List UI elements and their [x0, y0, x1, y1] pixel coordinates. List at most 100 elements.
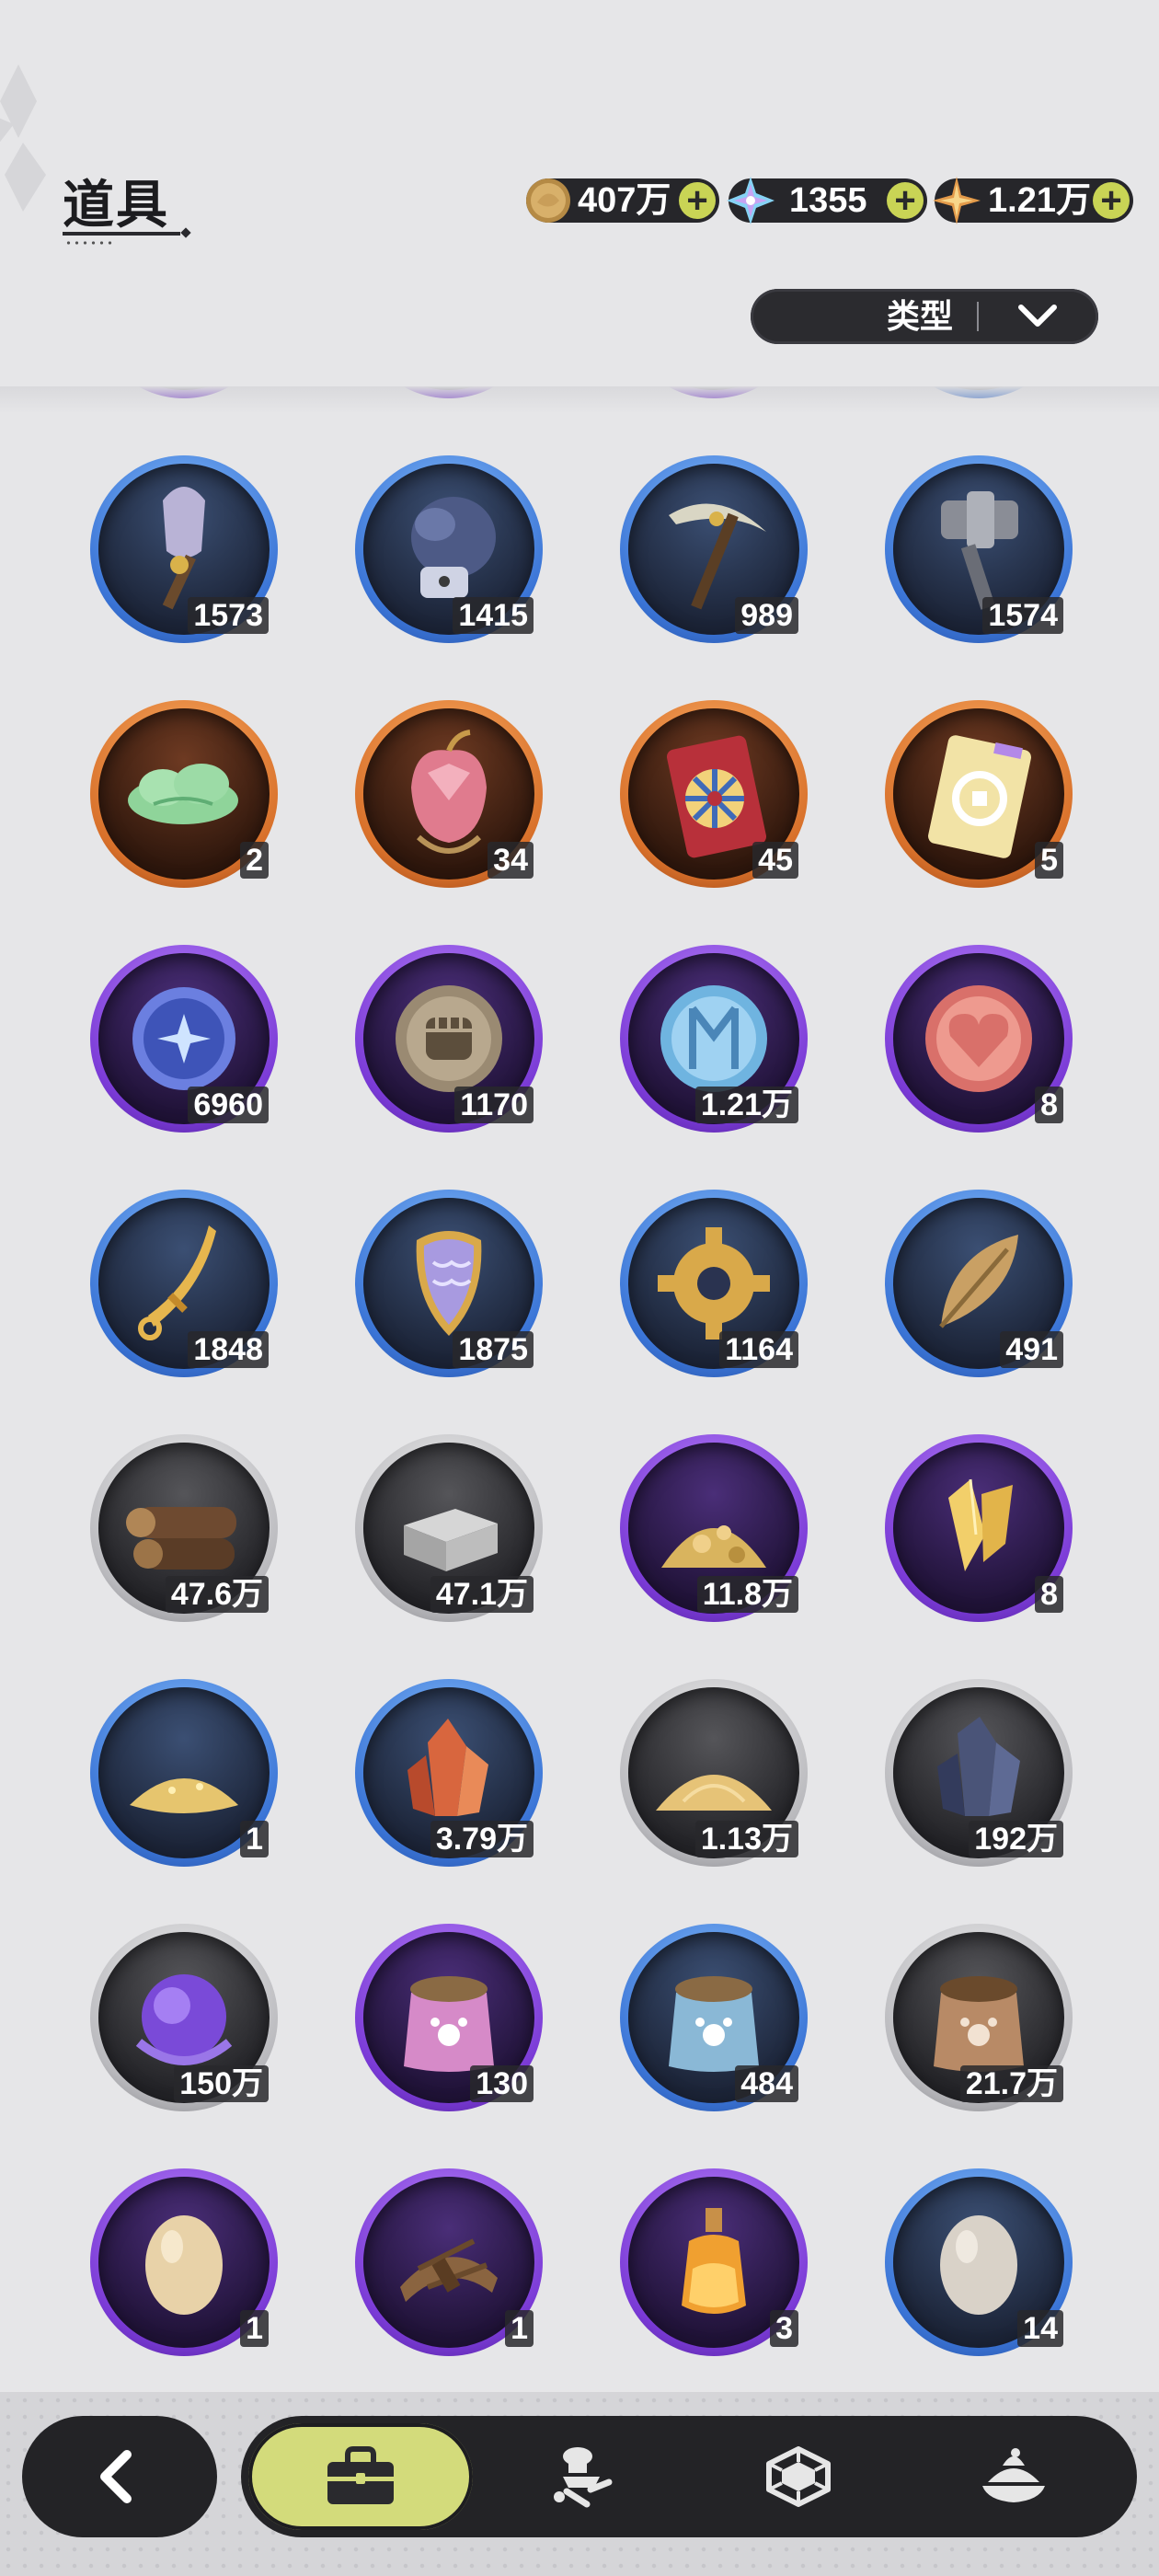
item-count: 6960 — [188, 1087, 269, 1123]
item-ring — [355, 386, 543, 398]
item-slot[interactable]: 1.21万 — [620, 945, 808, 1133]
item-ring — [885, 386, 1073, 398]
currency-star: 1.21万 + — [933, 177, 1133, 224]
title-underline — [63, 232, 180, 236]
item-slot[interactable]: 34 — [355, 700, 543, 888]
item-slot[interactable]: 47.6万 — [90, 1434, 278, 1622]
item-slot[interactable]: 2 — [90, 700, 278, 888]
item-slot[interactable]: 1415 — [355, 455, 543, 643]
item-slot[interactable]: 150万 — [90, 1924, 278, 2111]
item-slot[interactable]: 8 — [885, 1434, 1073, 1622]
item-count: 1170 — [454, 1087, 534, 1123]
chevron-left-icon — [100, 2450, 132, 2503]
chef-tools-icon — [554, 2447, 613, 2508]
item-count: 8 — [1035, 1087, 1063, 1123]
item-count: 192万 — [969, 1821, 1063, 1857]
item-count: 484 — [735, 2065, 798, 2102]
item-count: 3.79万 — [430, 1821, 534, 1857]
item-count: 989 — [735, 597, 798, 634]
item-slot[interactable]: 989 — [620, 455, 808, 643]
item-count: 1.21万 — [694, 1087, 798, 1123]
currency-crystal-value: 1355 — [789, 181, 867, 220]
item-slot-partial[interactable] — [885, 386, 1073, 398]
type-filter-separator — [977, 302, 979, 331]
item-count: 130 — [470, 2065, 534, 2102]
currency-gold: 407万 + — [526, 178, 719, 223]
item-count: 3 — [770, 2310, 798, 2347]
item-count: 150万 — [174, 2065, 269, 2102]
item-count: 11.8万 — [696, 1576, 798, 1613]
item-slot[interactable]: 1573 — [90, 455, 278, 643]
item-slot[interactable]: 8 — [885, 945, 1073, 1133]
back-button[interactable] — [22, 2416, 217, 2537]
item-slot[interactable]: 1 — [355, 2168, 543, 2356]
item-count: 47.6万 — [165, 1576, 269, 1613]
item-slot[interactable]: 45 — [620, 700, 808, 888]
food-dish-icon — [982, 2448, 1045, 2502]
item-slot[interactable]: 1848 — [90, 1190, 278, 1377]
tab-food[interactable] — [901, 2423, 1126, 2530]
item-slot[interactable]: 130 — [355, 1924, 543, 2111]
item-slot[interactable]: 5 — [885, 700, 1073, 888]
tab-gems[interactable] — [686, 2423, 911, 2530]
tab-items[interactable] — [248, 2423, 473, 2530]
item-slot[interactable]: 3 — [620, 2168, 808, 2356]
crystal-icon — [727, 177, 775, 224]
item-slot[interactable]: 491 — [885, 1190, 1073, 1377]
item-slot[interactable]: 47.1万 — [355, 1434, 543, 1622]
item-slot[interactable]: 14 — [885, 2168, 1073, 2356]
item-grid: 1573 1415 989 1574 2 34 45 5 6960 1170 1.21万 8 1848 1… — [0, 386, 1159, 2383]
currency-gold-value: 407万 — [578, 181, 671, 220]
item-count: 8 — [1035, 1576, 1063, 1613]
add-star-button[interactable]: + — [1093, 182, 1130, 219]
item-slot[interactable]: 484 — [620, 1924, 808, 2111]
item-count: 491 — [1000, 1331, 1063, 1368]
item-slot[interactable]: 1.13万 — [620, 1679, 808, 1867]
item-count: 1415 — [453, 597, 534, 634]
item-count: 14 — [1017, 2310, 1063, 2347]
item-slot[interactable]: 1170 — [355, 945, 543, 1133]
inventory-screen: { "header": { "title": "道具" }, "currenci… — [0, 0, 1159, 2576]
currency-crystal: 1355 + — [727, 177, 927, 224]
item-slot[interactable]: 192万 — [885, 1679, 1073, 1867]
item-ring — [90, 386, 278, 398]
item-slot[interactable]: 1 — [90, 1679, 278, 1867]
add-gold-button[interactable]: + — [679, 182, 716, 219]
item-count: 45 — [752, 842, 798, 879]
item-slot[interactable]: 1164 — [620, 1190, 808, 1377]
hexagon-gem-icon — [766, 2446, 831, 2507]
item-count: 1573 — [188, 597, 269, 634]
item-slot-partial[interactable] — [620, 386, 808, 398]
item-count: 1164 — [719, 1331, 798, 1368]
currency-star-value: 1.21万 — [988, 181, 1091, 220]
item-slot[interactable]: 21.7万 — [885, 1924, 1073, 2111]
add-crystal-button[interactable]: + — [887, 182, 924, 219]
bag-icon — [327, 2446, 394, 2504]
item-slot[interactable]: 1875 — [355, 1190, 543, 1377]
item-count: 1.13万 — [694, 1821, 798, 1857]
type-filter-label: 类型 — [886, 297, 953, 335]
item-slot[interactable]: 1 — [90, 2168, 278, 2356]
type-filter-dropdown[interactable]: 类型 — [751, 289, 1098, 344]
chevron-down-icon — [1018, 305, 1057, 327]
title-dots — [64, 241, 116, 245]
star-shard-icon — [933, 177, 981, 224]
item-count: 21.7万 — [959, 2065, 1063, 2102]
item-count: 1574 — [982, 597, 1063, 634]
item-count: 1875 — [453, 1331, 534, 1368]
item-slot[interactable]: 3.79万 — [355, 1679, 543, 1867]
item-ring — [620, 386, 808, 398]
item-slot-partial[interactable] — [355, 386, 543, 398]
gold-coin-icon — [526, 178, 570, 223]
item-count: 1 — [505, 2310, 534, 2347]
item-slot[interactable]: 6960 — [90, 945, 278, 1133]
item-slot[interactable]: 11.8万 — [620, 1434, 808, 1622]
item-count: 34 — [488, 842, 534, 879]
tab-tools[interactable] — [471, 2423, 695, 2530]
page-title: 道具 — [63, 176, 169, 234]
item-count: 1 — [240, 2310, 269, 2347]
item-count: 1848 — [188, 1331, 269, 1368]
item-slot-partial[interactable] — [90, 386, 278, 398]
item-count: 47.1万 — [430, 1576, 534, 1613]
item-slot[interactable]: 1574 — [885, 455, 1073, 643]
